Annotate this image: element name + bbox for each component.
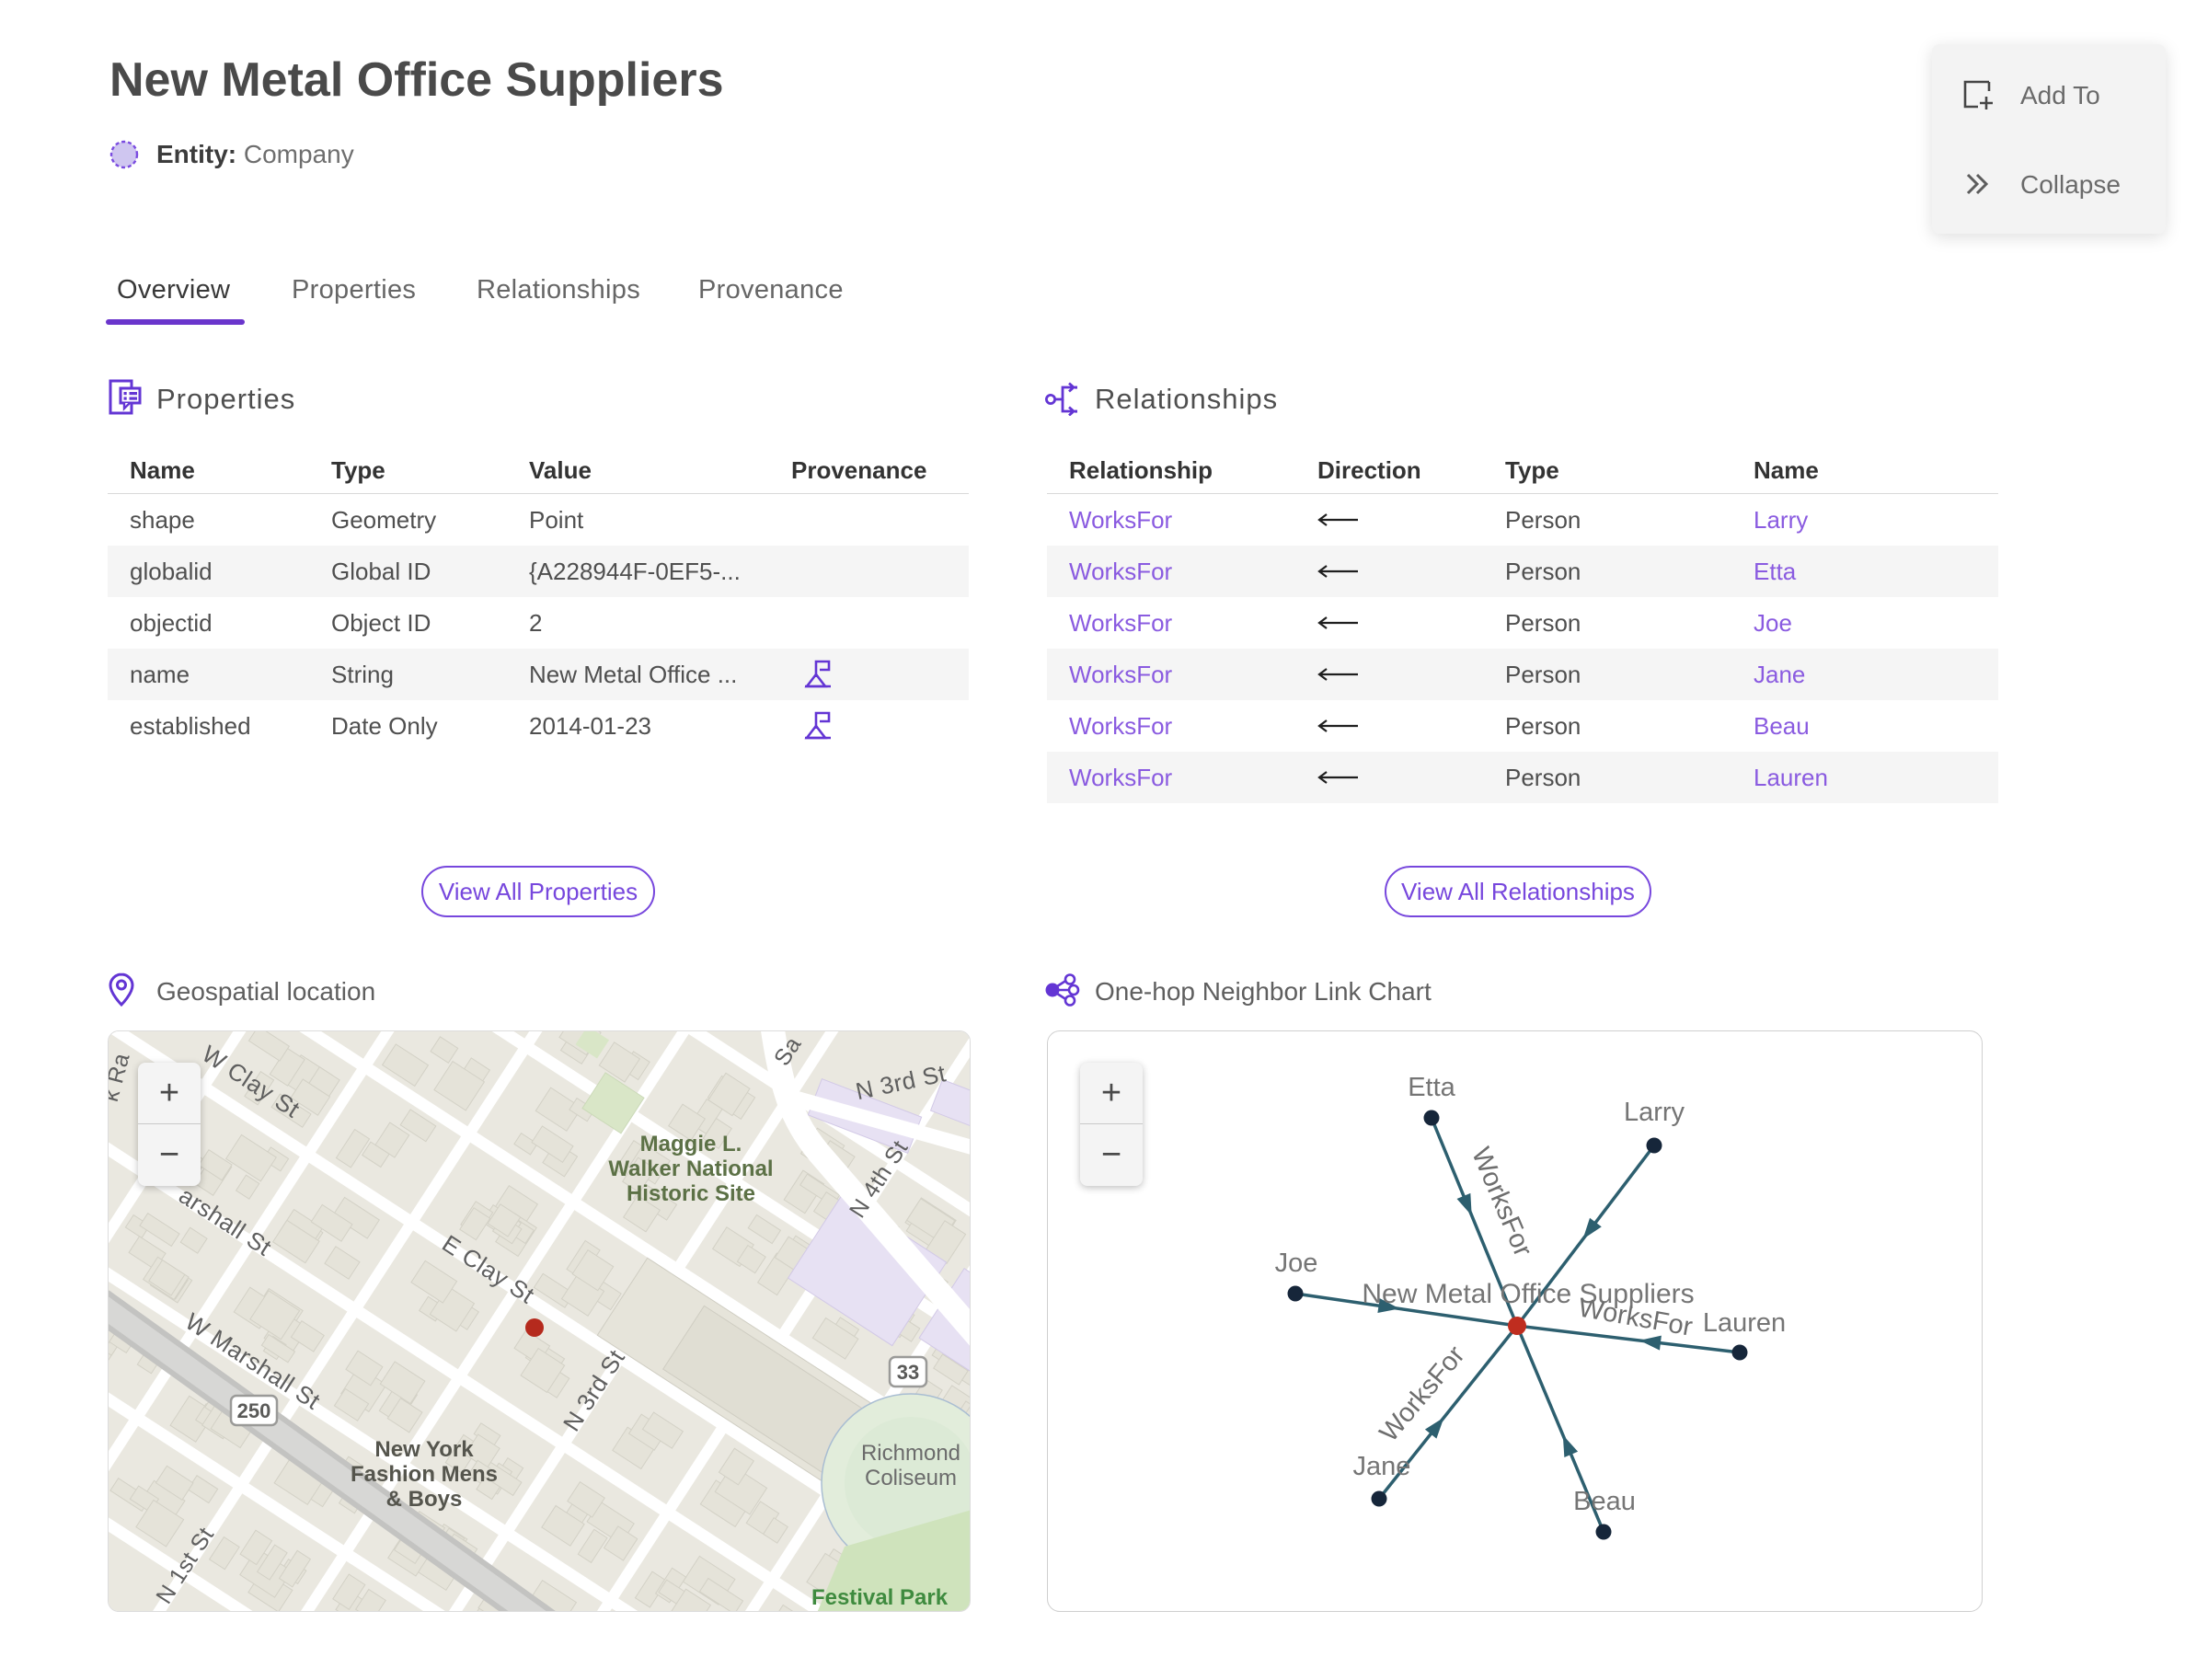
svg-text:WorksFor: WorksFor	[1466, 1144, 1537, 1261]
svg-text:Etta: Etta	[1408, 1073, 1455, 1102]
svg-text:Festival Park: Festival Park	[811, 1585, 949, 1610]
svg-text:Beau: Beau	[1573, 1487, 1636, 1516]
svg-text:33: 33	[897, 1361, 919, 1384]
svg-text:WorksFor: WorksFor	[1374, 1341, 1471, 1448]
svg-text:Jane: Jane	[1353, 1452, 1411, 1481]
svg-text:Joe: Joe	[1275, 1248, 1318, 1278]
svg-text:250: 250	[237, 1399, 271, 1422]
svg-text:Larry: Larry	[1624, 1098, 1685, 1127]
svg-text:RichmondColiseum: Richmond Coliseum	[861, 1441, 960, 1490]
svg-text:Lauren: Lauren	[1703, 1308, 1786, 1338]
